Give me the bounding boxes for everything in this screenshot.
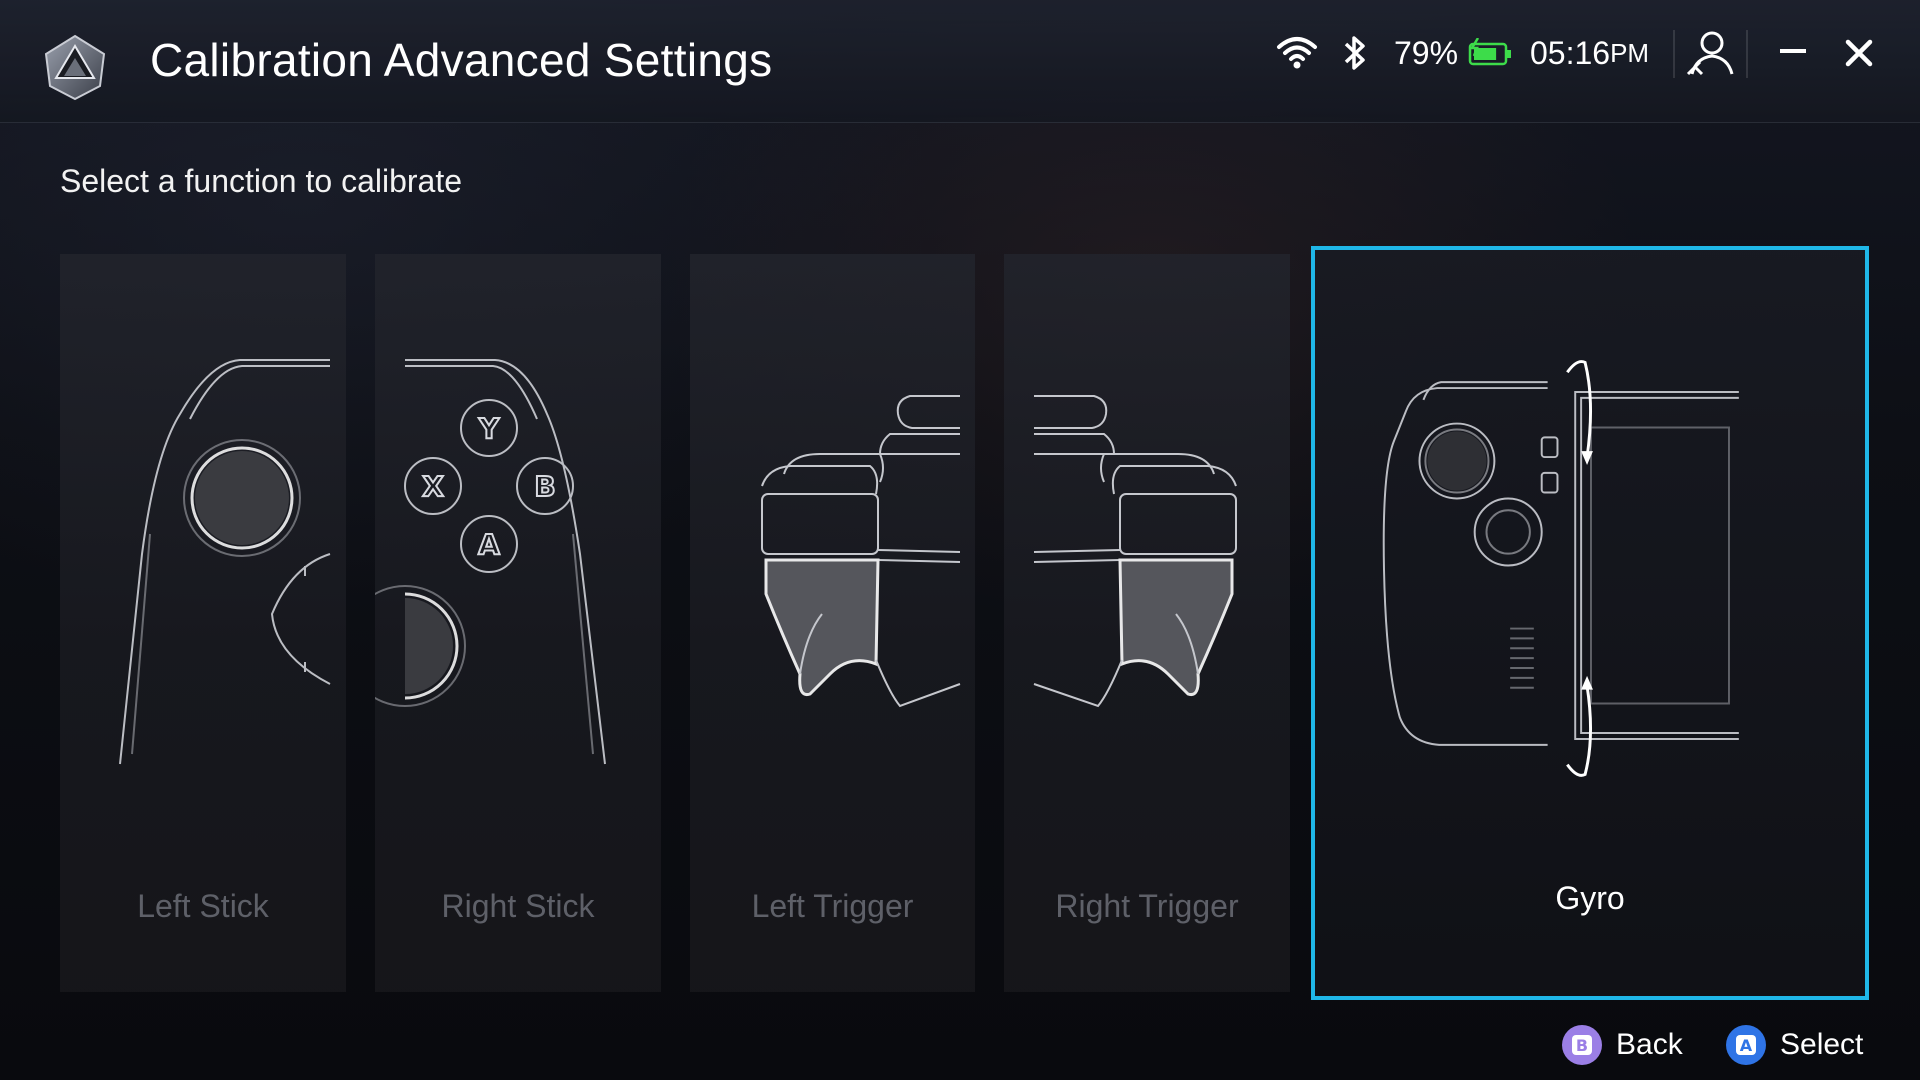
- right-trigger-illustration: [1033, 395, 1237, 708]
- minimize-icon: [1780, 49, 1806, 53]
- clock: 05:16 PM: [1530, 28, 1649, 78]
- close-icon: [1845, 39, 1873, 67]
- function-card-left-trigger[interactable]: Left Trigger: [690, 254, 975, 992]
- wifi-icon: [1276, 28, 1318, 78]
- right-stick-illustration: Y X B A: [375, 359, 606, 765]
- function-label: Left Trigger: [751, 888, 914, 924]
- battery-icon: [1468, 28, 1512, 78]
- function-label: Right Stick: [441, 888, 595, 924]
- divider: [1673, 30, 1675, 78]
- svg-text:X: X: [422, 470, 444, 503]
- back-label: Back: [1616, 1028, 1683, 1061]
- select-label: Select: [1780, 1028, 1864, 1061]
- function-label: Right Trigger: [1055, 888, 1239, 924]
- svg-text:B: B: [534, 470, 555, 503]
- close-button[interactable]: [1842, 36, 1876, 70]
- bluetooth-icon: [1342, 28, 1368, 78]
- user-button[interactable]: [1684, 28, 1736, 78]
- select-button[interactable]: A Select: [1726, 1021, 1863, 1069]
- title-bar: Calibration Advanced Settings 79% 05:16 P…: [0, 0, 1920, 123]
- svg-text:Y: Y: [478, 412, 500, 445]
- minimize-button[interactable]: [1778, 36, 1808, 66]
- user-icon: [1686, 31, 1734, 76]
- instruction-text: Select a function to calibrate: [60, 163, 463, 199]
- left-stick-illustration: [119, 359, 331, 765]
- a-glyph: A: [1740, 1036, 1753, 1055]
- function-label: Gyro: [1555, 880, 1625, 916]
- app-logo-icon: [44, 34, 106, 101]
- function-label: Left Stick: [137, 888, 269, 924]
- b-glyph: B: [1576, 1036, 1588, 1055]
- left-trigger-illustration: [761, 395, 961, 708]
- battery-percent: 79%: [1394, 34, 1459, 71]
- clock-time: 05:16: [1530, 34, 1611, 71]
- gyro-illustration: [1382, 360, 1739, 777]
- page-title: Calibration Advanced Settings: [150, 34, 773, 86]
- function-card-right-stick[interactable]: Y X B A Right Stick: [375, 254, 661, 992]
- back-button[interactable]: B Back: [1562, 1021, 1683, 1069]
- clock-ampm: PM: [1610, 37, 1650, 68]
- b-button-icon: B: [1562, 1025, 1602, 1065]
- divider: [1746, 30, 1748, 78]
- function-card-left-stick[interactable]: Left Stick: [60, 254, 346, 992]
- function-card-gyro[interactable]: Gyro: [1311, 246, 1869, 1000]
- a-button-icon: A: [1726, 1025, 1766, 1065]
- function-card-right-trigger[interactable]: Right Trigger: [1004, 254, 1290, 992]
- svg-text:A: A: [478, 528, 500, 561]
